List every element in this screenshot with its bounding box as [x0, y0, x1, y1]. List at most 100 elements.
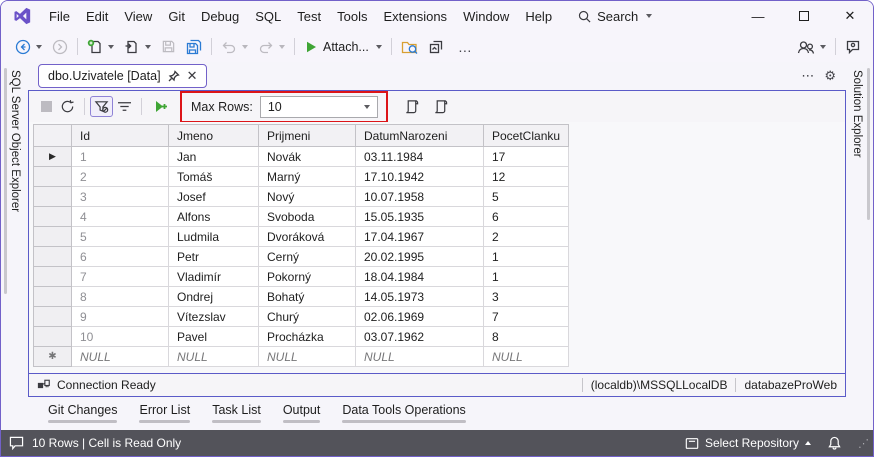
server-name[interactable]: (localdb)\MSSQLLocalDB [591, 378, 728, 392]
new-file-button[interactable] [83, 36, 118, 58]
minimize-button[interactable]: — [735, 1, 781, 31]
cell-jmeno[interactable]: Vladimír [168, 266, 259, 287]
attach-run-button[interactable]: Attach... [300, 37, 386, 57]
cell-jmeno[interactable]: Tomáš [168, 166, 259, 187]
cell-datumnarozeni[interactable]: 03.11.1984 [355, 146, 484, 167]
cell-pocetclanku[interactable]: 7 [482, 306, 570, 327]
cell-id[interactable]: 7 [71, 266, 169, 287]
solution-explorer-tab[interactable]: Solution Explorer [851, 70, 863, 158]
cell-jmeno[interactable]: Ondrej [168, 286, 259, 307]
tab-dbo-uzivatele-data[interactable]: dbo.Uzivatele [Data] ✕ [38, 64, 208, 88]
cell-prijmeni[interactable]: Bohatý [258, 286, 356, 307]
send-feedback-button[interactable] [841, 36, 865, 58]
cell-id[interactable]: 9 [71, 306, 169, 327]
column-header[interactable]: Prijmeni [258, 124, 356, 147]
cell-pocetclanku[interactable]: NULL [482, 346, 570, 367]
stop-button[interactable] [37, 98, 56, 115]
gear-icon[interactable]: ⚙ [824, 68, 836, 84]
menu-item[interactable]: Tools [329, 6, 375, 27]
cell-datumnarozeni[interactable]: 15.05.1935 [355, 206, 484, 227]
cell-id[interactable]: 5 [71, 226, 169, 247]
cell-pocetclanku[interactable]: 12 [482, 166, 570, 187]
bottom-panel-tab[interactable]: Output [273, 403, 331, 423]
cell-datumnarozeni[interactable]: NULL [355, 346, 484, 367]
cell-pocetclanku[interactable]: 8 [482, 326, 570, 347]
menu-item[interactable]: File [41, 6, 78, 27]
cell-prijmeni[interactable]: Procházka [258, 326, 356, 347]
menu-item[interactable]: Help [517, 6, 560, 27]
live-share-button[interactable] [424, 36, 448, 58]
menu-item[interactable]: Git [160, 6, 193, 27]
cell-prijmeni[interactable]: Marný [258, 166, 356, 187]
menu-item[interactable]: Extensions [375, 6, 455, 27]
max-rows-dropdown[interactable]: 10 [259, 95, 378, 118]
row-selector[interactable] [33, 226, 72, 247]
cell-datumnarozeni[interactable]: 20.02.1995 [355, 246, 484, 267]
cell-prijmeni[interactable]: Novák [258, 146, 356, 167]
bottom-panel-tab[interactable]: Error List [129, 403, 200, 423]
tab-close-icon[interactable]: ✕ [187, 68, 198, 84]
row-selector[interactable] [33, 326, 72, 347]
account-button[interactable] [793, 36, 830, 58]
tab-list-ellipsis-icon[interactable]: ⋯ [801, 68, 814, 84]
cell-datumnarozeni[interactable]: 17.04.1967 [355, 226, 484, 247]
open-file-button[interactable] [120, 36, 155, 58]
script-button[interactable] [400, 96, 423, 118]
redo-button[interactable] [254, 36, 289, 58]
menu-item[interactable]: SQL [247, 6, 289, 27]
save-all-button[interactable] [182, 36, 206, 58]
cell-id[interactable]: 10 [71, 326, 169, 347]
cell-id[interactable]: 3 [71, 186, 169, 207]
cell-jmeno[interactable]: NULL [168, 346, 259, 367]
cell-pocetclanku[interactable]: 3 [482, 286, 570, 307]
toolbar-overflow-button[interactable]: … [450, 36, 481, 58]
row-selector[interactable] [33, 246, 72, 267]
script-changes-button[interactable] [147, 96, 172, 117]
column-header[interactable]: Id [71, 124, 169, 147]
cell-prijmeni[interactable]: Pokorný [258, 266, 356, 287]
bottom-panel-tab[interactable]: Task List [202, 403, 271, 423]
maximize-button[interactable] [781, 1, 827, 31]
search-control[interactable]: Search [570, 6, 660, 27]
new-row-marker-icon[interactable]: ✱ [33, 346, 72, 367]
cell-id[interactable]: 8 [71, 286, 169, 307]
find-in-files-button[interactable] [397, 36, 422, 58]
cell-jmeno[interactable]: Pavel [168, 326, 259, 347]
row-selector[interactable] [33, 166, 72, 187]
cell-pocetclanku[interactable]: 1 [482, 266, 570, 287]
script-all-button[interactable] [429, 96, 452, 118]
cell-jmeno[interactable]: Ludmila [168, 226, 259, 247]
database-name[interactable]: databazeProWeb [744, 378, 837, 392]
cell-datumnarozeni[interactable]: 10.07.1958 [355, 186, 484, 207]
bottom-panel-tab[interactable]: Data Tools Operations [332, 403, 475, 423]
cell-jmeno[interactable]: Josef [168, 186, 259, 207]
row-selector[interactable] [33, 286, 72, 307]
cell-jmeno[interactable]: Vítezslav [168, 306, 259, 327]
cell-prijmeni[interactable]: NULL [258, 346, 356, 367]
menu-item[interactable]: View [116, 6, 160, 27]
cell-pocetclanku[interactable]: 6 [482, 206, 570, 227]
cell-datumnarozeni[interactable]: 18.04.1984 [355, 266, 484, 287]
cell-id[interactable]: 4 [71, 206, 169, 227]
column-header[interactable]: Jmeno [168, 124, 259, 147]
row-selector[interactable] [33, 306, 72, 327]
filter-toggle-button[interactable] [90, 96, 113, 117]
cell-pocetclanku[interactable]: 5 [482, 186, 570, 207]
cell-id[interactable]: 1 [71, 146, 169, 167]
cell-pocetclanku[interactable]: 2 [482, 226, 570, 247]
cell-datumnarozeni[interactable]: 17.10.1942 [355, 166, 484, 187]
undo-button[interactable] [217, 36, 252, 58]
cell-prijmeni[interactable]: Dvoráková [258, 226, 356, 247]
cell-datumnarozeni[interactable]: 14.05.1973 [355, 286, 484, 307]
navigate-back-button[interactable] [11, 36, 46, 58]
column-header[interactable]: DatumNarozeni [355, 124, 484, 147]
refresh-button[interactable] [56, 96, 79, 117]
sort-filter-button[interactable] [113, 97, 136, 116]
row-selector[interactable] [33, 266, 72, 287]
menu-item[interactable]: Debug [193, 6, 247, 27]
menu-item[interactable]: Window [455, 6, 517, 27]
navigate-forward-button[interactable] [48, 36, 72, 58]
cell-prijmeni[interactable]: Cerný [258, 246, 356, 267]
menu-item[interactable]: Test [289, 6, 329, 27]
select-all-corner[interactable] [33, 124, 72, 147]
